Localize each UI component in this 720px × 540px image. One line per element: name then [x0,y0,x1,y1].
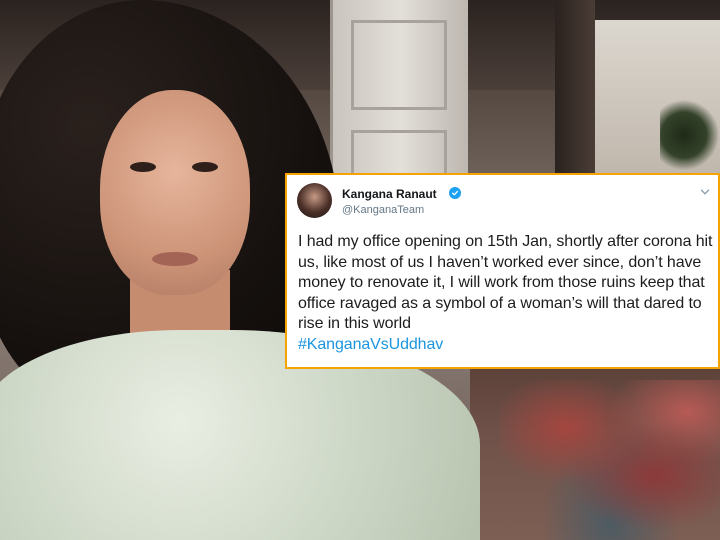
tweet-card: Kangana Ranaut @KanganaTeam I had my off… [285,173,720,369]
debris-pile [500,380,720,540]
hashtag-link[interactable]: #KanganaVsUddhav [298,335,716,356]
face [100,90,250,295]
chevron-down-icon[interactable] [700,187,710,197]
plant [660,100,720,170]
eye-right [192,162,218,172]
eye-left [130,162,156,172]
author-handle[interactable]: @KanganaTeam [342,204,424,216]
tweet-body: I had my office opening on 15th Jan, sho… [298,233,713,332]
verified-badge-icon [449,187,461,199]
tweet-text: I had my office opening on 15th Jan, sho… [298,232,716,355]
author-name[interactable]: Kangana Ranaut [342,187,437,201]
lips [152,252,198,266]
avatar[interactable] [297,183,332,218]
dark-door-frame [555,0,595,200]
